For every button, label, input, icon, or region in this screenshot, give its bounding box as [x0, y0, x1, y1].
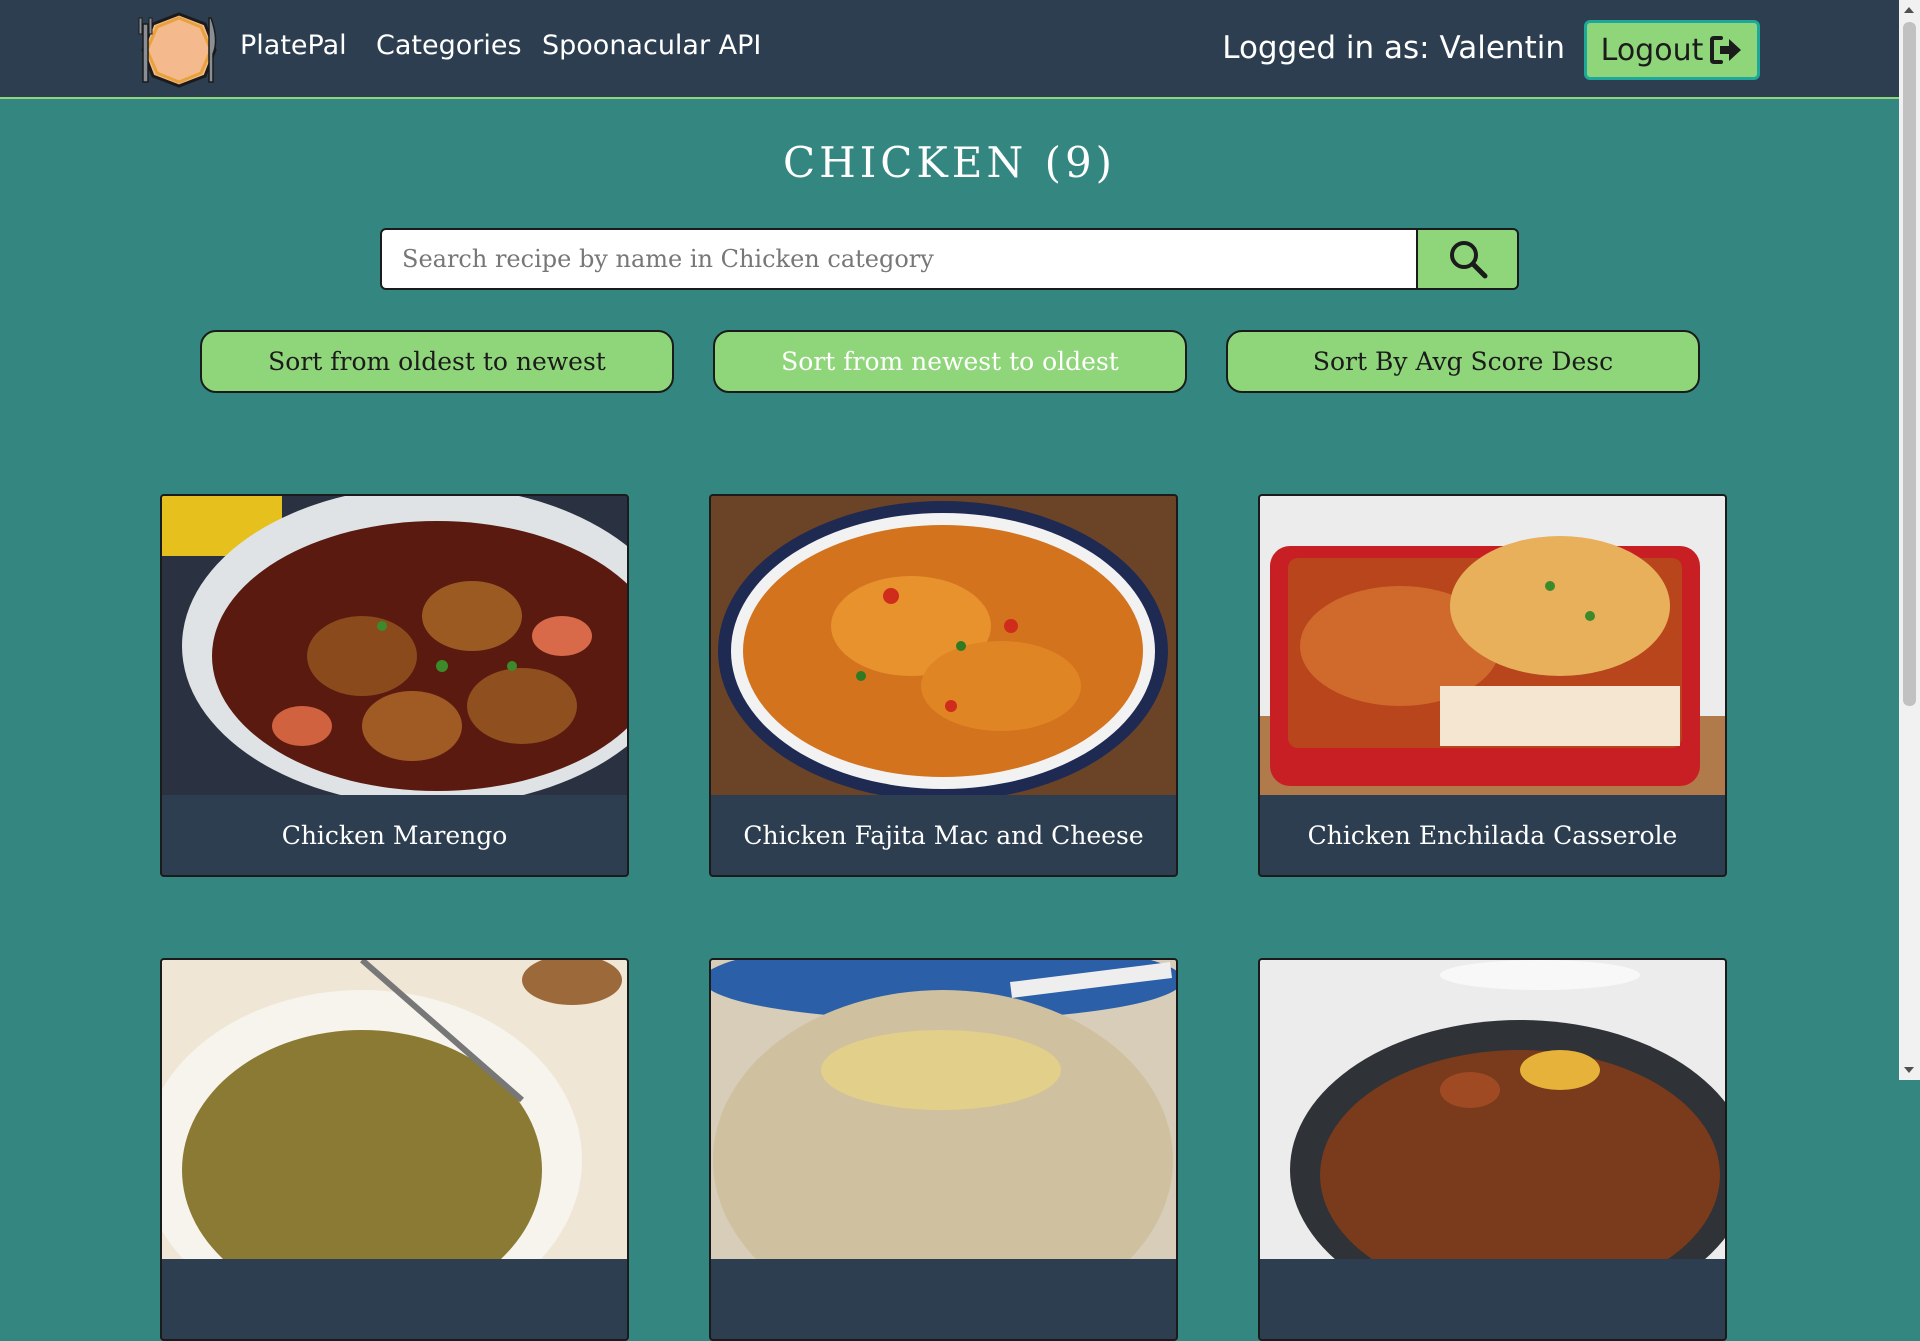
- brand-link[interactable]: PlatePal: [240, 30, 347, 61]
- page-scrollbar[interactable]: [1899, 0, 1920, 1080]
- nav-categories-link[interactable]: Categories: [376, 30, 522, 61]
- recipe-title: [162, 1259, 627, 1339]
- search-input[interactable]: [380, 228, 1418, 290]
- sort-newest-to-oldest-button[interactable]: Sort from newest to oldest: [713, 330, 1187, 393]
- search-button[interactable]: [1418, 228, 1519, 290]
- platepal-logo-icon[interactable]: [137, 10, 221, 90]
- sort-avg-score-desc-button[interactable]: Sort By Avg Score Desc: [1226, 330, 1700, 393]
- navbar: PlatePal Categories Spoonacular API Logg…: [0, 0, 1899, 99]
- recipe-image: [162, 496, 627, 795]
- search-bar: [380, 228, 1519, 290]
- search-icon: [1449, 241, 1487, 279]
- page-title: CHICKEN (9): [782, 138, 1117, 187]
- recipe-card[interactable]: [709, 958, 1178, 1341]
- recipe-title: Chicken Fajita Mac and Cheese: [743, 820, 1144, 850]
- sign-out-icon: [1710, 36, 1742, 64]
- nav-spoonacular-api-link[interactable]: Spoonacular API: [542, 30, 761, 61]
- sort-oldest-to-newest-button[interactable]: Sort from oldest to newest: [200, 330, 674, 393]
- recipe-image: [1260, 496, 1725, 795]
- recipe-card[interactable]: Chicken Marengo: [160, 494, 629, 877]
- recipe-title: [711, 1259, 1176, 1339]
- logout-button-label: Logout: [1600, 32, 1704, 68]
- logged-in-user-label: Logged in as: Valentin: [1222, 30, 1565, 66]
- scroll-down-arrow-icon[interactable]: [1904, 1067, 1914, 1073]
- recipe-image: [711, 960, 1176, 1259]
- scroll-up-arrow-icon[interactable]: [1904, 7, 1914, 13]
- recipe-title: [1260, 1259, 1725, 1339]
- scrollbar-thumb[interactable]: [1903, 22, 1916, 706]
- recipe-image: [162, 960, 627, 1259]
- recipe-card[interactable]: [1258, 958, 1727, 1341]
- recipe-card[interactable]: [160, 958, 629, 1341]
- recipe-title: Chicken Enchilada Casserole: [1307, 820, 1678, 850]
- recipe-card[interactable]: Chicken Fajita Mac and Cheese: [709, 494, 1178, 877]
- recipe-image: [1260, 960, 1725, 1259]
- recipe-image: [711, 496, 1176, 795]
- recipe-title: Chicken Marengo: [281, 820, 508, 850]
- recipe-card[interactable]: Chicken Enchilada Casserole: [1258, 494, 1727, 877]
- logout-button[interactable]: Logout: [1584, 20, 1760, 80]
